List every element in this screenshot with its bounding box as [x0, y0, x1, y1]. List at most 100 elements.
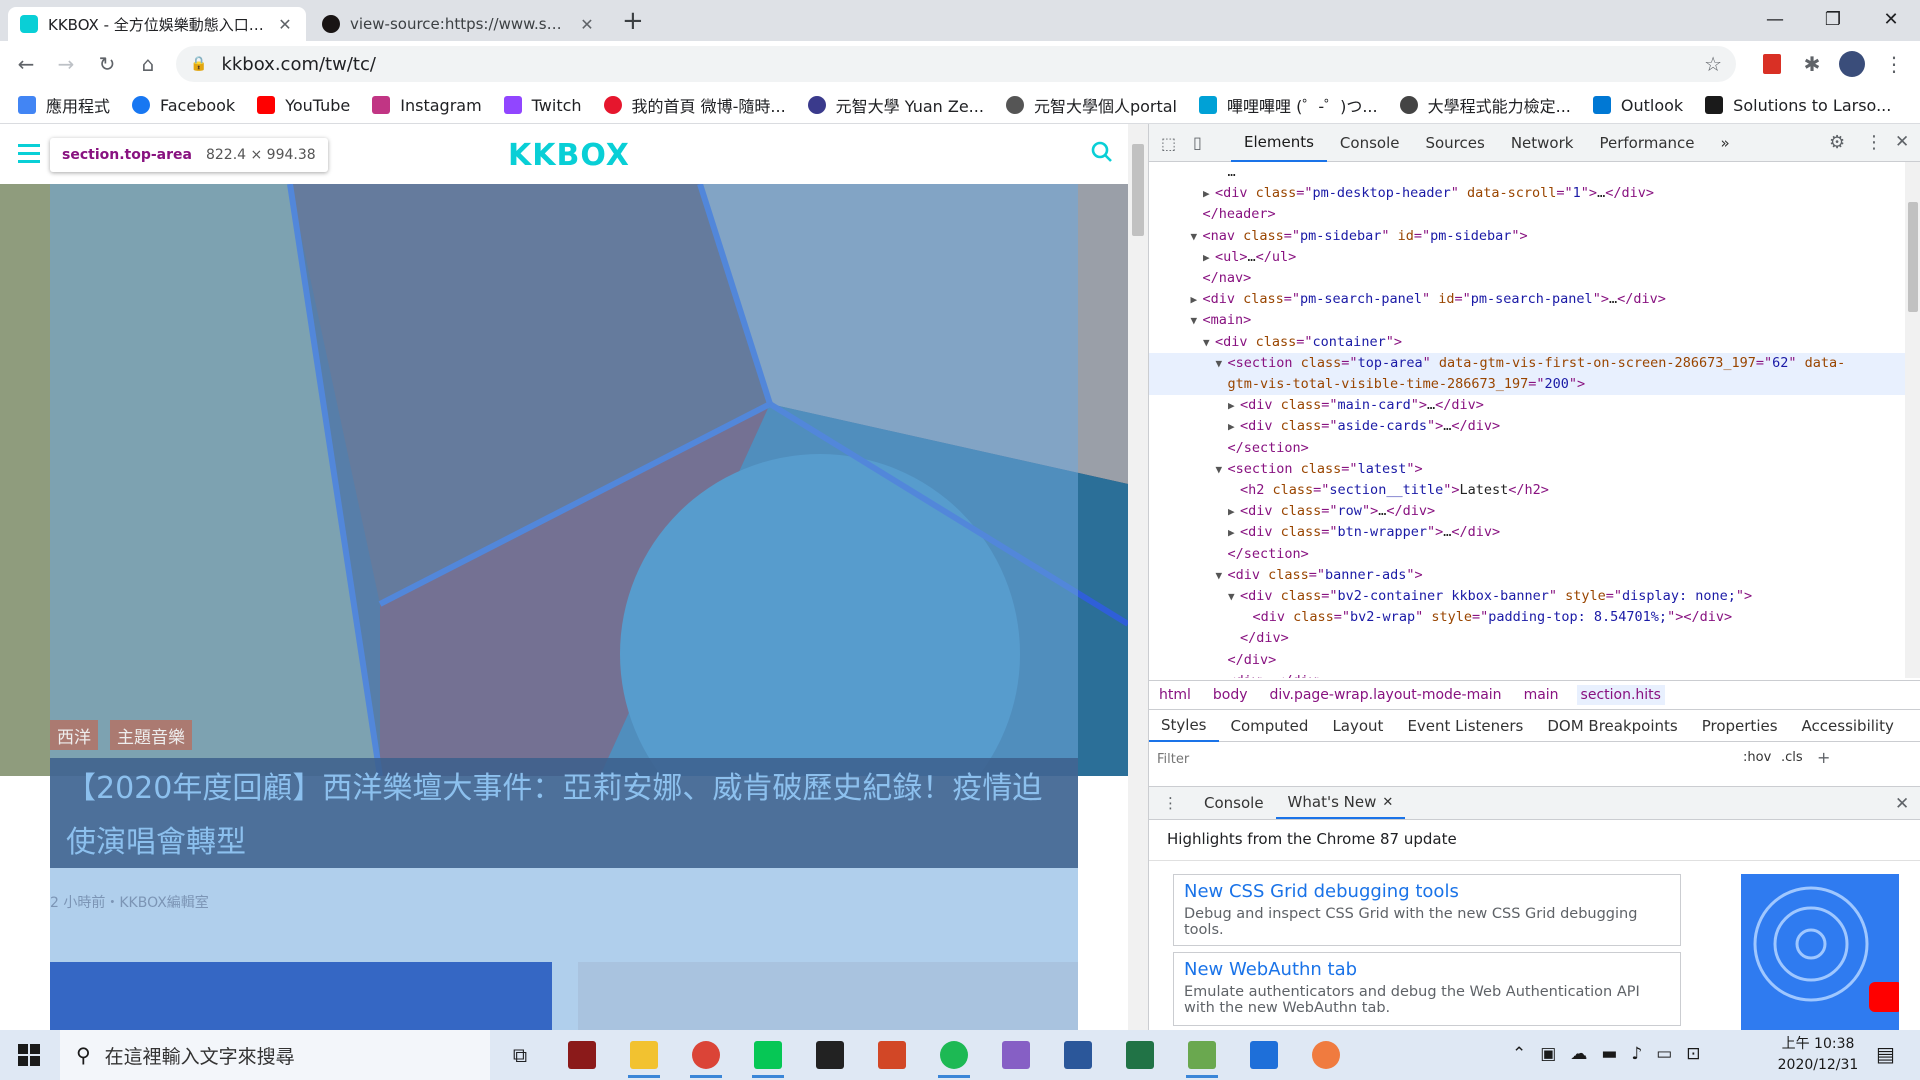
pubg-icon[interactable] [810, 1037, 850, 1073]
close-drawer-tab-icon[interactable]: ✕ [1382, 795, 1393, 810]
dom-node-line[interactable]: ▶ <div class="btn-wrapper">…</div> [1149, 522, 1905, 543]
drawer-tab-whats-new[interactable]: What's New ✕ [1275, 787, 1406, 819]
tab-console[interactable]: Console [1327, 124, 1413, 162]
breadcrumb-item[interactable]: main [1524, 687, 1559, 703]
tab-sources[interactable]: Sources [1412, 124, 1497, 162]
tab-network[interactable]: Network [1498, 124, 1587, 162]
image-editor-icon[interactable] [1182, 1037, 1222, 1078]
file-explorer-icon[interactable] [624, 1037, 664, 1078]
cloud-icon[interactable]: ☁ [1570, 1044, 1601, 1064]
category-chip[interactable]: 西洋 [50, 720, 98, 750]
expanded-triangle-icon[interactable]: ▼ [1216, 353, 1228, 374]
dom-node-line[interactable]: ▼ <section class="latest"> [1149, 459, 1905, 480]
bookmark-cpe[interactable]: 大學程式能力檢定... [1399, 93, 1571, 117]
category-chip[interactable]: 主題音樂 [110, 720, 192, 750]
dom-node-line[interactable]: </nav> [1149, 268, 1905, 289]
article-thumbnail[interactable] [578, 962, 1078, 1030]
subtab-layout[interactable]: Layout [1320, 710, 1395, 742]
bookmark-star-icon[interactable]: ☆ [1704, 52, 1722, 76]
bookmark-twitch[interactable]: Twitch [503, 96, 582, 115]
dom-node-line[interactable]: ▶ <div class="pm-search-panel" id="pm-sea… [1149, 289, 1905, 310]
tab-view-source[interactable]: view-source:https://www.spotify ✕ [310, 7, 608, 41]
dom-node-line[interactable]: ▼ <div class="container"> [1149, 332, 1905, 353]
photos-icon[interactable] [1244, 1037, 1284, 1073]
forward-icon[interactable]: → [52, 50, 80, 78]
article-thumbnail[interactable] [50, 962, 552, 1030]
dom-node-line[interactable]: </section> [1149, 544, 1905, 565]
subtab-computed[interactable]: Computed [1219, 710, 1321, 742]
dom-node-line[interactable]: ▶ <ul>…</ul> [1149, 247, 1905, 268]
dom-node-line[interactable]: <div class="bv2-wrap" style="padding-top… [1149, 607, 1905, 628]
expanded-triangle-icon[interactable]: ▼ [1216, 565, 1228, 586]
chrome-icon[interactable] [686, 1037, 726, 1078]
network-icon[interactable]: ▭ [1656, 1044, 1686, 1064]
close-window-button[interactable]: ✕ [1862, 0, 1920, 38]
reload-icon[interactable]: ↻ [93, 50, 121, 78]
kkbox-logo[interactable]: KKBOX [508, 138, 630, 173]
dom-node-line[interactable]: ▼ <nav class="pm-sidebar" id="pm-sidebar"… [1149, 226, 1905, 247]
styles-filter-input[interactable] [1157, 748, 1617, 770]
subtab-styles[interactable]: Styles [1149, 710, 1219, 742]
feature-card-title[interactable]: New CSS Grid debugging tools [1184, 881, 1670, 902]
more-tabs-icon[interactable]: » [1708, 124, 1743, 162]
collapsed-triangle-icon[interactable]: ▶ [1191, 289, 1203, 310]
dom-node-line[interactable]: </div> [1149, 650, 1905, 671]
task-view-icon[interactable]: ⧉ [500, 1037, 540, 1073]
bookmark-weibo[interactable]: 我的首頁 微博-隨時... [603, 93, 786, 117]
ime-icon[interactable]: ⊡ [1686, 1044, 1714, 1064]
collapsed-triangle-icon[interactable]: ▶ [1203, 247, 1215, 268]
avatar[interactable] [1838, 50, 1866, 78]
collapsed-triangle-icon[interactable]: ▶ [1228, 522, 1240, 543]
dom-node-line[interactable]: ▶ <div class="aside-cards">…</div> [1149, 416, 1905, 437]
dom-node-line[interactable]: ▼ <main> [1149, 310, 1905, 331]
collapsed-triangle-icon[interactable]: ▶ [1216, 671, 1228, 678]
bookmark-facebook[interactable]: Facebook [132, 96, 235, 115]
close-tab-icon[interactable]: ✕ [276, 15, 294, 34]
search-icon[interactable] [1090, 140, 1114, 164]
notifications-icon[interactable]: ▤ [1876, 1042, 1895, 1066]
word-icon[interactable] [1058, 1037, 1098, 1073]
chevron-up-icon[interactable]: ⌃ [1512, 1044, 1540, 1064]
red-app-icon[interactable] [562, 1037, 602, 1073]
chrome-87-video-thumbnail[interactable] [1741, 874, 1899, 1030]
bookmark-bilibili[interactable]: 嗶哩嗶哩 (゜-゜)つ... [1199, 93, 1378, 117]
bookmark-youtube[interactable]: YouTube [257, 96, 350, 115]
drawer-tab-console[interactable]: Console [1192, 787, 1276, 819]
bookmark-instagram[interactable]: Instagram [372, 96, 482, 115]
back-icon[interactable]: ← [12, 50, 40, 78]
dom-node-line[interactable]: </div> [1149, 628, 1905, 649]
dom-node-line[interactable]: <h2 class="section__title">Latest</h2> [1149, 480, 1905, 501]
scrollbar-thumb[interactable] [1132, 144, 1144, 236]
collapsed-triangle-icon[interactable]: ▶ [1203, 183, 1215, 204]
dom-node-line[interactable]: gtm-vis-total-visible-time-286673_197="2… [1149, 374, 1905, 395]
spotify-icon[interactable] [934, 1037, 974, 1078]
expanded-triangle-icon[interactable]: ▼ [1191, 226, 1203, 247]
dom-node-line[interactable]: ▶ <div class="main-card">…</div> [1149, 395, 1905, 416]
excel-icon[interactable] [1120, 1037, 1160, 1073]
minimize-button[interactable]: — [1746, 0, 1804, 38]
taskbar-search-box[interactable]: ⚲ 在這裡輸入文字來搜尋 [60, 1030, 490, 1080]
paint-icon[interactable] [1306, 1037, 1346, 1073]
dom-scrollbar[interactable] [1905, 162, 1920, 678]
bookmark-yzu[interactable]: 元智大學 Yuan Ze... [807, 93, 984, 117]
subtab-properties[interactable]: Properties [1690, 710, 1790, 742]
tab-elements[interactable]: Elements [1231, 124, 1327, 162]
expanded-triangle-icon[interactable]: ▼ [1228, 586, 1240, 607]
cls-toggle[interactable]: .cls [1781, 750, 1803, 765]
subtab-accessibility[interactable]: Accessibility [1790, 710, 1906, 742]
dom-node-line[interactable]: ▶<div>…</div> [1149, 671, 1905, 678]
tab-performance[interactable]: Performance [1586, 124, 1707, 162]
device-icon[interactable]: ▣ [1540, 1044, 1570, 1064]
bookmark-outlook[interactable]: Outlook [1592, 96, 1683, 115]
settings-gear-icon[interactable]: ⚙ [1829, 132, 1845, 153]
expanded-triangle-icon[interactable]: ▼ [1191, 310, 1203, 331]
bookmark-yzu-portal[interactable]: 元智大學個人portal [1005, 93, 1177, 117]
clock[interactable]: 上午 10:38 2020/12/31 [1772, 1034, 1864, 1076]
battery-icon[interactable]: ▬ [1601, 1044, 1631, 1064]
bookmark-apps[interactable]: 應用程式 [18, 93, 110, 117]
add-rule-icon[interactable]: + [1817, 748, 1830, 767]
maximize-button[interactable]: ❐ [1804, 0, 1862, 38]
breadcrumb-item[interactable]: html [1159, 687, 1191, 703]
start-button-icon[interactable] [18, 1044, 40, 1066]
hov-toggle[interactable]: :hov [1743, 750, 1771, 765]
